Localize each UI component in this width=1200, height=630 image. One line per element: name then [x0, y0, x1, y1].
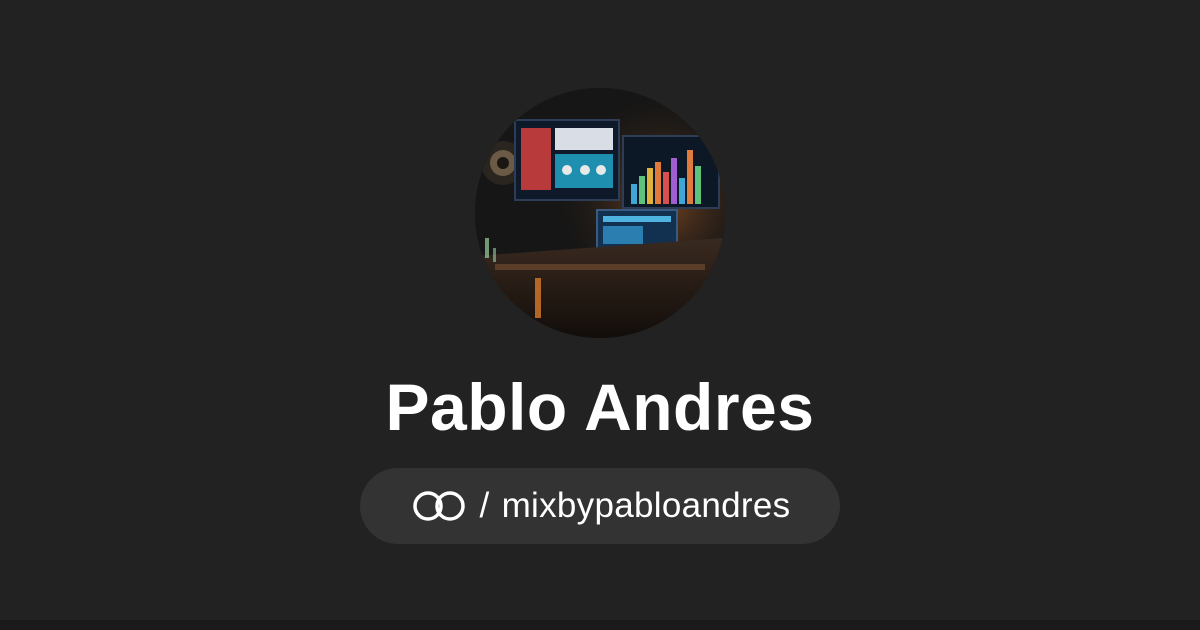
profile-handle: mixbypabloandres: [501, 486, 791, 525]
profile-handle-pill[interactable]: / mixbypabloandres: [360, 468, 840, 544]
handle-separator: /: [479, 486, 490, 525]
profile-avatar[interactable]: [475, 88, 725, 338]
studio-avatar-image: [475, 88, 725, 338]
link-rings-icon: [410, 489, 468, 523]
bottom-strip: [0, 620, 1200, 630]
profile-name: Pablo Andres: [385, 370, 815, 444]
profile-card: Pablo Andres / mixbypabloandres: [0, 0, 1200, 630]
